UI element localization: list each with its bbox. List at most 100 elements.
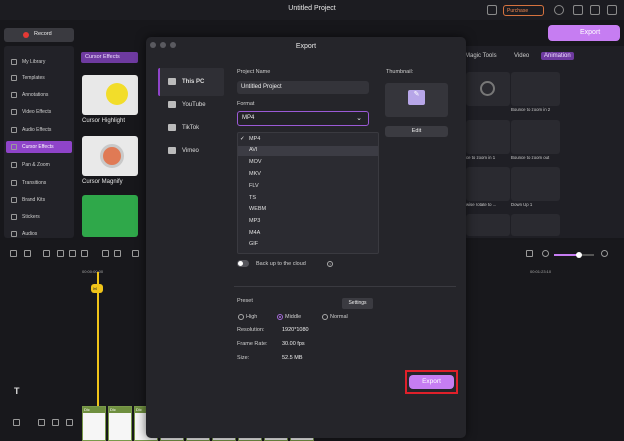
sidebar-item-cursor-effects[interactable]: Cursor Effects bbox=[6, 141, 72, 153]
format-option-ts[interactable]: TS bbox=[238, 194, 378, 204]
split-icon[interactable] bbox=[57, 250, 64, 257]
sidebar-item-stickers[interactable]: Stickers bbox=[6, 211, 72, 223]
sidebar-item-label: Annotations bbox=[22, 92, 49, 98]
window-icon[interactable] bbox=[573, 5, 583, 15]
preset-normal-radio[interactable] bbox=[322, 314, 328, 320]
ruler-start: 00:00:00:00 bbox=[82, 269, 104, 274]
sidebar-item-video-effects[interactable]: Video Effects bbox=[6, 106, 72, 118]
comment-icon[interactable] bbox=[102, 250, 109, 257]
cursor-highlight-thumb[interactable] bbox=[82, 75, 138, 115]
track-video-icon[interactable] bbox=[13, 419, 20, 426]
stickers-icon bbox=[11, 214, 17, 220]
ruler-end: 00:01:23:10 bbox=[530, 269, 552, 274]
cursor-effect-thumb[interactable] bbox=[82, 195, 138, 237]
format-option-m4a[interactable]: M4A bbox=[238, 229, 378, 239]
sidebar-item-transitions[interactable]: Transitions bbox=[6, 177, 72, 189]
format-option-gif[interactable]: GIF bbox=[238, 240, 378, 250]
cloud-backup-toggle[interactable] bbox=[237, 260, 249, 267]
zoom-slider-thumb[interactable] bbox=[576, 252, 582, 258]
sidebar-item-audios[interactable]: Audios bbox=[6, 228, 72, 238]
animation-cell[interactable] bbox=[511, 214, 560, 236]
close-icon[interactable] bbox=[607, 5, 617, 15]
chevron-down-icon: ⌄ bbox=[356, 115, 362, 122]
tab-animation[interactable]: Animation bbox=[541, 52, 574, 60]
speaker-icon[interactable] bbox=[66, 419, 73, 426]
size-value: 52.5 MB bbox=[282, 355, 303, 361]
crop-icon[interactable] bbox=[43, 250, 50, 257]
capture-icon[interactable] bbox=[487, 5, 497, 15]
animation-cell[interactable] bbox=[511, 72, 560, 106]
purchase-button[interactable]: Purchase bbox=[503, 5, 544, 16]
timeline-clip[interactable]: Dic bbox=[82, 406, 106, 441]
undo-icon[interactable] bbox=[10, 250, 17, 257]
text-icon[interactable] bbox=[114, 250, 121, 257]
zoom-out-icon[interactable] bbox=[542, 250, 549, 257]
fit-icon[interactable] bbox=[526, 250, 533, 257]
export-button[interactable]: Export bbox=[409, 375, 454, 389]
preset-high-radio[interactable] bbox=[238, 314, 244, 320]
tab-video[interactable]: Video bbox=[514, 53, 529, 59]
preset-normal-label: Normal bbox=[330, 314, 348, 320]
preset-high-label: High bbox=[246, 314, 258, 320]
sidebar: My Library Templates Annotations Video E… bbox=[4, 46, 74, 238]
checkmark-icon: ✓ bbox=[240, 136, 245, 142]
preset-middle-label: Middle bbox=[285, 314, 302, 320]
mic-icon[interactable] bbox=[81, 250, 88, 257]
animation-cell[interactable] bbox=[466, 167, 510, 201]
animation-cell[interactable] bbox=[511, 120, 560, 154]
zoom-in-icon[interactable] bbox=[601, 250, 608, 257]
animation-cell[interactable] bbox=[466, 120, 510, 154]
playhead[interactable] bbox=[97, 272, 99, 412]
format-option-flv[interactable]: FLV bbox=[238, 182, 378, 192]
eye-icon[interactable] bbox=[52, 419, 59, 426]
format-option-mkv[interactable]: MKV bbox=[238, 170, 378, 180]
library-tab-cursor-effects[interactable]: Cursor Effects bbox=[81, 52, 138, 63]
help-icon[interactable]: ? bbox=[327, 261, 333, 267]
timeline-clip[interactable]: Dic bbox=[108, 406, 132, 441]
format-option-webm[interactable]: WEBM bbox=[238, 205, 378, 215]
record-button[interactable]: Record bbox=[4, 28, 74, 42]
format-option-mp3[interactable]: MP3 bbox=[238, 217, 378, 227]
tiktok-icon bbox=[168, 124, 176, 131]
audios-icon bbox=[11, 231, 17, 237]
clip-icon[interactable] bbox=[132, 250, 139, 257]
format-label: Format bbox=[237, 101, 255, 107]
trim-icon[interactable] bbox=[69, 250, 76, 257]
preset-middle-radio[interactable] bbox=[277, 314, 283, 320]
magnify-circle bbox=[100, 144, 124, 168]
playhead-handle[interactable]: ⋈ bbox=[91, 284, 103, 293]
format-option-mp4[interactable]: ✓ MP4 bbox=[238, 135, 378, 145]
sidebar-item-my-library[interactable]: My Library bbox=[6, 56, 72, 68]
clip-label: Dic bbox=[83, 407, 105, 413]
animation-label: Bounce to zoom out bbox=[511, 155, 550, 160]
animation-none-cell[interactable] bbox=[466, 72, 510, 106]
project-name-label: Project Name bbox=[237, 69, 271, 75]
cursor-magnify-thumb[interactable] bbox=[82, 136, 138, 176]
animation-cell[interactable] bbox=[466, 214, 510, 236]
resolution-value: 1920*1080 bbox=[282, 327, 309, 333]
tab-magic-tools[interactable]: Magic Tools bbox=[465, 53, 497, 59]
thumbnail-edit-button[interactable]: Edit bbox=[385, 126, 448, 137]
sidebar-item-label: Cursor Effects bbox=[22, 144, 54, 150]
animation-cell[interactable] bbox=[511, 167, 560, 201]
sidebar-item-label: Audios bbox=[22, 231, 38, 237]
format-option-avi[interactable]: AVI bbox=[238, 146, 378, 156]
account-icon[interactable] bbox=[554, 5, 564, 15]
export-top-button[interactable]: Export bbox=[548, 25, 620, 41]
sidebar-item-label: Stickers bbox=[22, 214, 40, 220]
cloud-backup-label: Back up to the cloud bbox=[256, 261, 306, 267]
redo-icon[interactable] bbox=[24, 250, 31, 257]
format-value: MP4 bbox=[242, 115, 255, 121]
settings-button[interactable]: Settings bbox=[342, 298, 373, 309]
sidebar-item-pan-zoom[interactable]: Pan & Zoom bbox=[6, 159, 72, 171]
sidebar-item-templates[interactable]: Templates bbox=[6, 72, 72, 84]
audio-effects-icon bbox=[11, 127, 17, 133]
restore-icon[interactable] bbox=[590, 5, 600, 15]
lock-icon[interactable] bbox=[38, 419, 45, 426]
sidebar-item-brand-kits[interactable]: Brand Kits bbox=[6, 194, 72, 206]
project-name-input[interactable]: Untitled Project bbox=[237, 81, 369, 94]
sidebar-item-audio-effects[interactable]: Audio Effects bbox=[6, 124, 72, 136]
sidebar-item-annotations[interactable]: Annotations bbox=[6, 89, 72, 101]
format-select[interactable]: MP4 ⌄ bbox=[237, 111, 369, 126]
format-option-mov[interactable]: MOV bbox=[238, 158, 378, 168]
